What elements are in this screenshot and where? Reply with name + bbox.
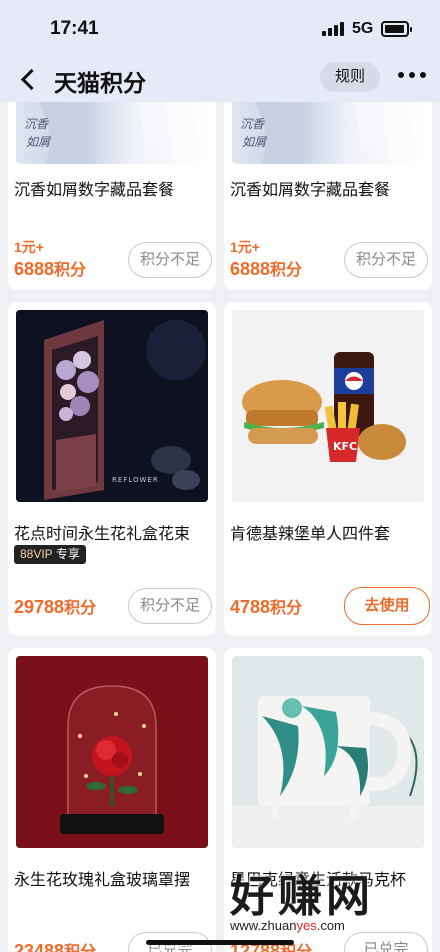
svg-text:KFC: KFC — [333, 440, 357, 453]
product-cash-price: 1元+ — [14, 239, 44, 255]
svg-text:如屑: 如屑 — [26, 135, 51, 149]
product-name: 永生花玫瑰礼盒玻璃罩摆 — [14, 872, 191, 889]
points-value: 23488 — [14, 941, 65, 952]
product-points-price: 6888积分 — [14, 256, 86, 280]
product-image-rose-dome — [16, 656, 208, 848]
product-name: 沉香如屑数字藏品套餐 — [14, 182, 175, 199]
product-cash-price: 1元+ — [230, 239, 260, 255]
product-points-price: 4788积分 — [230, 594, 302, 618]
more-dots-icon[interactable] — [398, 72, 426, 80]
use-now-button[interactable]: 去使用 — [344, 587, 430, 625]
sold-out-button[interactable]: 已兑完 — [344, 932, 428, 952]
points-unit: 积分 — [64, 944, 96, 952]
product-name: 沉香如屑数字藏品套餐 — [230, 182, 391, 199]
points-value: 4788 — [230, 597, 271, 617]
points-value: 6888 — [230, 259, 271, 279]
watermark-url-suffix: .com — [316, 918, 345, 933]
product-card[interactable]: 沉香 如屑 沉香如屑数字藏品套餐 1元+ 6888积分 积分不足 — [224, 80, 432, 290]
product-image-kfc: KFC — [232, 310, 424, 502]
points-unit: 积分 — [64, 600, 97, 617]
watermark-url-highlight: yes — [296, 918, 317, 933]
points-unit: 积分 — [270, 600, 303, 617]
svg-text:如屑: 如屑 — [242, 135, 267, 149]
product-points-price: 6888积分 — [230, 256, 302, 280]
vip-exclusive-tag: 88VIP 专享 — [14, 545, 86, 564]
product-points-price: 29788积分 — [14, 594, 96, 618]
insufficient-points-button[interactable]: 积分不足 — [344, 242, 428, 278]
product-points-price: 23488积分 — [14, 938, 96, 952]
svg-text:沉香: 沉香 — [24, 117, 50, 131]
page-title: 天猫积分 — [54, 70, 146, 96]
rules-button[interactable]: 规则 — [320, 62, 380, 92]
insufficient-points-button[interactable]: 积分不足 — [128, 588, 212, 624]
product-name: 花点时间永生花礼盒花束 — [14, 526, 191, 543]
product-card[interactable]: REFLOWER 花点时间永生花礼盒花束 88VIP 专享 29788积分 积分… — [8, 302, 216, 636]
product-card[interactable]: 永生花玫瑰礼盒玻璃罩摆 23488积分 已兑完 — [8, 648, 216, 952]
points-value: 6888 — [14, 259, 55, 279]
points-unit: 积分 — [270, 262, 303, 279]
product-image-reflower: REFLOWER — [16, 310, 208, 502]
product-card[interactable]: 沉香 如屑 沉香如屑数字藏品套餐 1元+ 6888积分 积分不足 — [8, 80, 216, 290]
svg-text:REFLOWER: REFLOWER — [112, 476, 159, 484]
home-indicator[interactable] — [146, 940, 294, 945]
points-unit: 积分 — [54, 262, 87, 279]
product-image-mug — [232, 656, 424, 848]
battery-icon — [381, 21, 412, 37]
nav-bar: 天猫积分 规则 — [0, 56, 440, 102]
watermark: 好赚网 www.zhuanyes.com — [230, 860, 374, 933]
status-time: 17:41 — [50, 18, 99, 39]
watermark-url-prefix: www.zhuan — [230, 918, 297, 933]
status-bar: 17:41 5G — [0, 0, 440, 56]
points-unit: 积分 — [280, 944, 312, 952]
vip-tag-text: 专享 — [55, 547, 80, 561]
signal-icon — [322, 22, 344, 36]
product-card[interactable]: KFC 肯德基辣堡单人四件套 4788积分 去使用 — [224, 302, 432, 636]
insufficient-points-button[interactable]: 积分不足 — [128, 242, 212, 278]
network-type: 5G — [352, 20, 374, 37]
product-name: 肯德基辣堡单人四件套 — [230, 526, 391, 543]
back-arrow-icon[interactable] — [18, 64, 44, 94]
vip-tag-prefix: 88VIP — [20, 547, 53, 561]
points-value: 29788 — [14, 597, 65, 617]
watermark-brand: 好赚网 — [230, 872, 374, 921]
svg-text:沉香: 沉香 — [240, 117, 266, 131]
